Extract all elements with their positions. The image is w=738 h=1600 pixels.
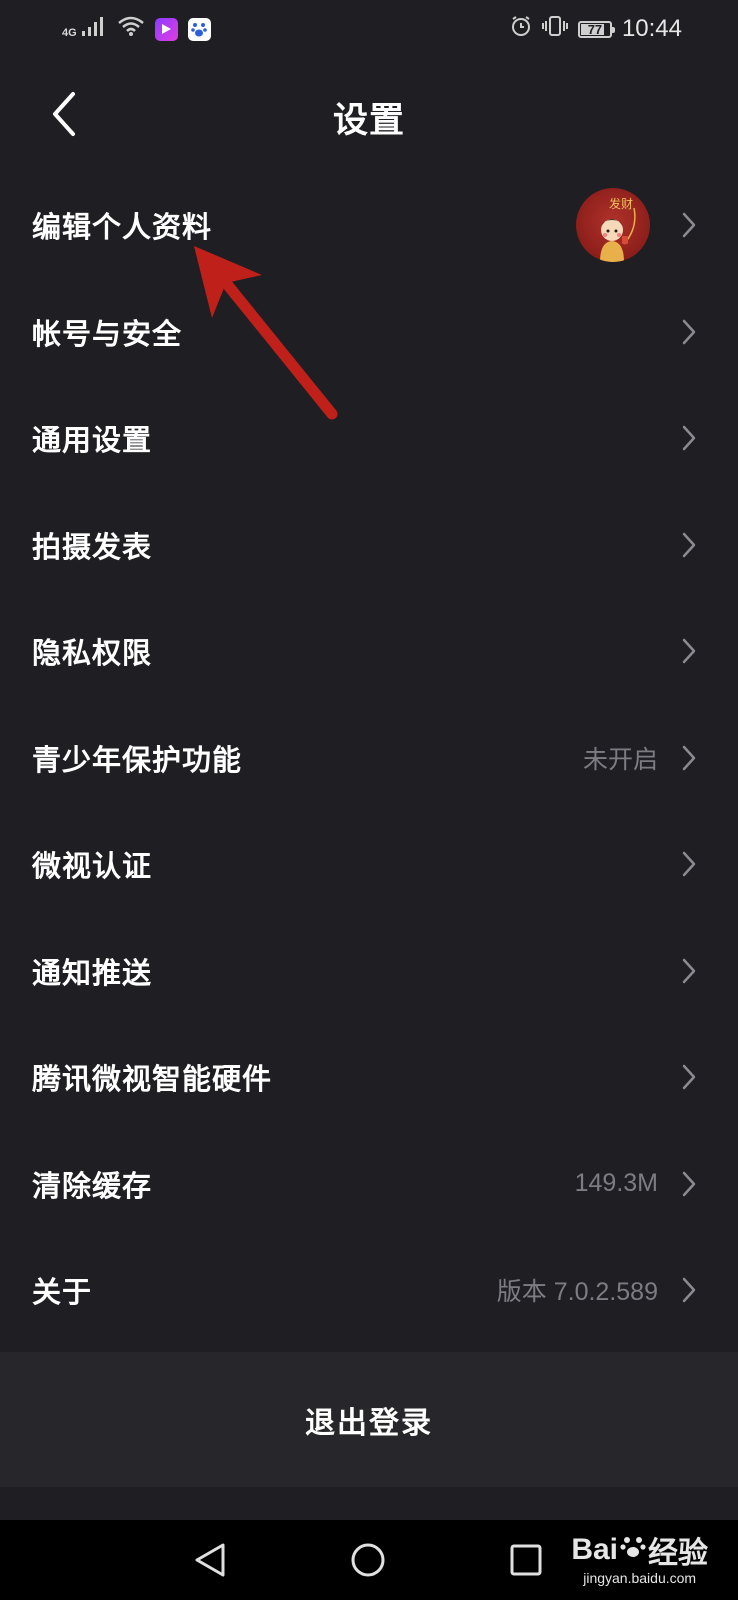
status-left: 4G [62,15,211,43]
navigation-bar: Bai 经验 jingyan.baidu.com [0,1520,738,1600]
chevron-right-icon [680,957,698,985]
baidu-app-icon [187,17,211,41]
chevron-right-icon [680,1170,698,1198]
chevron-right-icon [680,211,698,239]
menu-item-label: 帐号与安全 [32,316,183,351]
avatar-text: 发财 [609,196,633,211]
menu-item-label: 青少年保护功能 [32,742,243,777]
avatar[interactable]: 发财 [576,188,650,263]
battery-level: 77 [587,21,603,37]
chevron-right-icon [680,744,698,772]
watermark-brand-suffix: 经验 [648,1537,708,1570]
watermark-logo: Bai 经验 [571,1528,708,1572]
page-title: 设置 [332,101,405,141]
paw-icon [620,1533,646,1567]
battery-icon: 77 [577,20,615,38]
triangle-back-icon [193,1542,227,1582]
watermark-brand-prefix: Bai [571,1533,618,1566]
menu-item-label: 腾讯微视智能硬件 [32,1062,273,1097]
menu-item-youth-protection[interactable]: 青少年保护功能 未开启 [0,705,738,812]
settings-menu: 编辑个人资料 发财 帐号与安全 通用设置 拍摄发表 隐私权限 青少年保护功能 未… [0,172,738,1344]
status-right: 77 10:44 [510,15,682,43]
menu-item-smart-hardware[interactable]: 腾讯微视智能硬件 [0,1024,738,1131]
cache-size: 149.3M [574,1169,658,1198]
menu-item-label: 编辑个人资料 [32,210,213,245]
menu-item-label: 通用设置 [32,423,153,458]
nav-recents-button[interactable] [504,1540,548,1584]
vibrate-icon [541,15,568,43]
watermark-url: jingyan.baidu.com [583,1570,697,1586]
nav-back-button[interactable] [188,1540,232,1584]
menu-item-clear-cache[interactable]: 清除缓存 149.3M [0,1131,738,1238]
chevron-right-icon [680,318,698,346]
status-time: 10:44 [621,15,682,42]
signal-icon [81,15,107,43]
alarm-icon [510,15,532,43]
menu-item-general-settings[interactable]: 通用设置 [0,385,738,492]
wifi-icon [117,15,145,43]
menu-item-label: 拍摄发表 [32,529,153,564]
chevron-right-icon [680,850,698,878]
chevron-right-icon [680,424,698,452]
menu-item-label: 微视认证 [32,849,153,884]
menu-item-label: 关于 [32,1275,93,1310]
menu-item-label: 清除缓存 [32,1168,153,1203]
chevron-right-icon [680,637,698,665]
status-bar: 4G 77 10:44 [0,0,738,58]
chevron-right-icon [680,1276,698,1304]
menu-item-label: 隐私权限 [32,636,153,671]
menu-item-edit-profile[interactable]: 编辑个人资料 发财 [0,172,738,279]
network-type: 4G [62,27,77,39]
menu-item-privacy[interactable]: 隐私权限 [0,598,738,705]
logout-button[interactable]: 退出登录 [0,1352,738,1487]
baidu-jingyan-watermark: Bai 经验 jingyan.baidu.com [571,1528,708,1586]
menu-item-label: 通知推送 [32,955,153,990]
menu-item-about[interactable]: 关于 版本 7.0.2.589 [0,1237,738,1344]
menu-item-verification[interactable]: 微视认证 [0,811,738,918]
menu-item-shoot-publish[interactable]: 拍摄发表 [0,492,738,599]
menu-item-account-security[interactable]: 帐号与安全 [0,279,738,386]
header: 设置 [0,66,738,166]
chevron-right-icon [680,531,698,559]
app-version: 版本 7.0.2.589 [496,1278,658,1307]
menu-item-notifications[interactable]: 通知推送 [0,918,738,1025]
video-app-icon [154,17,178,41]
logout-label: 退出登录 [305,1405,433,1441]
nav-home-button[interactable] [346,1540,390,1584]
youth-protection-status: 未开启 [582,745,658,774]
chevron-right-icon [680,1063,698,1091]
circle-home-icon [350,1542,386,1582]
square-recents-icon [509,1543,543,1581]
